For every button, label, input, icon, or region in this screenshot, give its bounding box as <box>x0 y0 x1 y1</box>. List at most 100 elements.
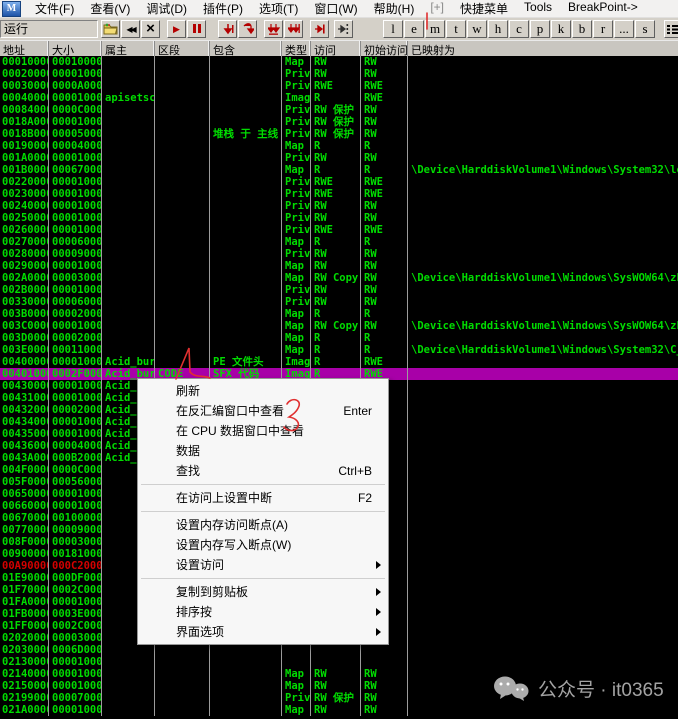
menu-item[interactable]: 窗口(W) <box>306 0 365 17</box>
column-header[interactable]: 包含 <box>210 41 282 56</box>
table-row[interactable]: 000840000000C000PrivRW 保护RW <box>0 104 678 116</box>
table-row[interactable]: 0024000000001000PrivRWRW <box>0 200 678 212</box>
execute-till-return-button[interactable] <box>310 20 329 38</box>
wechat-icon <box>492 675 529 701</box>
window-button-e[interactable]: e <box>404 20 424 38</box>
column-header[interactable]: 地址 <box>0 41 49 56</box>
context-menu-item[interactable]: 在反汇编窗口中查看Enter <box>138 401 388 421</box>
table-row[interactable]: 002A000000003000MapRW CopyRW\Device\Hard… <box>0 272 678 284</box>
window-button-s[interactable]: s <box>635 20 655 38</box>
window-button-t[interactable]: t <box>446 20 466 38</box>
table-row[interactable]: 0022000000001000PrivRWERWE <box>0 176 678 188</box>
trace-over-button[interactable] <box>284 20 303 38</box>
context-menu-item[interactable]: 设置内存访问断点(A) <box>138 515 388 535</box>
context-menu-item[interactable]: 排序按 <box>138 602 388 622</box>
table-row[interactable]: 0033000000006000PrivRWRW <box>0 296 678 308</box>
menu-item[interactable]: BreakPoint-> <box>560 0 646 17</box>
open-file-button[interactable] <box>101 20 120 38</box>
window-button-p[interactable]: p <box>530 20 550 38</box>
cell <box>102 644 155 656</box>
window-button-k[interactable]: k <box>551 20 571 38</box>
window-button-m[interactable]: m <box>425 20 445 38</box>
table-row[interactable]: 021A000000001000MapRWRW <box>0 704 678 716</box>
cell: Imag <box>282 356 311 368</box>
cell: R <box>311 164 361 176</box>
window-button-w[interactable]: w <box>467 20 487 38</box>
column-header[interactable]: 已映射为 <box>408 41 678 56</box>
window-button-r[interactable]: r <box>593 20 613 38</box>
menu-separator <box>141 484 385 485</box>
table-row[interactable]: 0019000000004000MapRR <box>0 140 678 152</box>
column-header[interactable]: 初始访问 <box>361 41 408 56</box>
table-row[interactable]: 0027000000006000MapRR <box>0 236 678 248</box>
context-menu-item[interactable]: 界面选项 <box>138 622 388 642</box>
menu-item[interactable]: Tools <box>516 0 560 17</box>
context-menu-item[interactable]: 数据 <box>138 441 388 461</box>
window-button-h[interactable]: h <box>488 20 508 38</box>
table-row[interactable]: 0028000000009000PrivRWRW <box>0 248 678 260</box>
trace-into-button[interactable] <box>264 20 283 38</box>
table-row[interactable]: 0040000000001000Acid_burPE 文件头ImagRRWE <box>0 356 678 368</box>
context-menu-item[interactable]: 刷新 <box>138 381 388 401</box>
context-menu-item[interactable]: 在访问上设置中断F2 <box>138 488 388 508</box>
window-button-...[interactable]: ... <box>614 20 634 38</box>
menu-item-label: 排序按 <box>176 605 212 619</box>
step-over-button[interactable] <box>238 20 257 38</box>
context-menu-item[interactable]: 复制到剪贴板 <box>138 582 388 602</box>
table-row[interactable]: 003D000000002000MapRR <box>0 332 678 344</box>
cell: 00040000 <box>0 92 49 104</box>
table-row[interactable]: 001A000000001000PrivRWRW <box>0 152 678 164</box>
table-row[interactable]: 0001000000010000MapRWRW <box>0 56 678 68</box>
table-row[interactable]: 0002000000001000PrivRWRW <box>0 68 678 80</box>
cell <box>155 128 210 140</box>
context-menu: 刷新在反汇编窗口中查看Enter在 CPU 数据窗口中查看数据查找Ctrl+B 在… <box>137 378 389 645</box>
menu-item[interactable]: 帮助(H) <box>366 0 423 17</box>
window-button-c[interactable]: c <box>509 20 529 38</box>
menu-item[interactable]: 调试(D) <box>138 0 195 17</box>
menu-item[interactable]: 查看(V) <box>82 0 138 17</box>
table-row[interactable]: 020300000006D000 <box>0 644 678 656</box>
window-button-b[interactable]: b <box>572 20 592 38</box>
menu-item[interactable]: [+] <box>422 0 452 17</box>
column-header[interactable]: 属主 <box>102 41 155 56</box>
menu-item[interactable]: 文件(F) <box>27 0 82 17</box>
till-user-code-button[interactable] <box>334 20 353 38</box>
table-row[interactable]: 002B000000001000PrivRWRW <box>0 284 678 296</box>
table-row[interactable]: 0026000000001000PrivRWERWE <box>0 224 678 236</box>
pause-button[interactable] <box>187 20 206 38</box>
cell: 00670000 <box>0 512 49 524</box>
menu-item[interactable]: 插件(P) <box>195 0 251 17</box>
table-row[interactable]: 0023000000001000PrivRWERWE <box>0 188 678 200</box>
context-menu-item[interactable]: 设置内存写入断点(W) <box>138 535 388 555</box>
menu-item[interactable]: 选项(T) <box>251 0 306 17</box>
menu-item[interactable]: 快捷菜单 <box>452 0 516 17</box>
table-row[interactable]: 001B000000067000MapRR\Device\HarddiskVol… <box>0 164 678 176</box>
column-header[interactable]: 区段 <box>155 41 210 56</box>
mdi-child-window-icon[interactable]: M <box>2 1 21 17</box>
table-row[interactable]: 003B000000002000MapRR <box>0 308 678 320</box>
table-row[interactable]: 0029000000001000MapRWRW <box>0 260 678 272</box>
context-menu-item[interactable]: 在 CPU 数据窗口中查看 <box>138 421 388 441</box>
cell: RWE <box>311 80 361 92</box>
context-menu-item[interactable]: 查找Ctrl+B <box>138 461 388 481</box>
table-row[interactable]: 003E000000011000MapRR\Device\HarddiskVol… <box>0 344 678 356</box>
cell <box>155 152 210 164</box>
restart-button[interactable]: ◀◀ <box>121 20 140 38</box>
table-row[interactable]: 0004000000001000apisetscImagRRWE <box>0 92 678 104</box>
step-into-button[interactable] <box>218 20 237 38</box>
table-row[interactable]: 0213000000001000 <box>0 656 678 668</box>
window-button-l[interactable]: l <box>383 20 403 38</box>
close-process-button[interactable]: × <box>141 20 160 38</box>
cell: RW <box>311 704 361 716</box>
table-row[interactable]: 003C000000001000MapRW CopyRW\Device\Hard… <box>0 320 678 332</box>
column-header[interactable]: 类型 <box>282 41 311 56</box>
table-row[interactable]: 0018B00000005000堆栈 于 主线PrivRW 保护RW <box>0 128 678 140</box>
table-row[interactable]: 000300000000A000PrivRWERWE <box>0 80 678 92</box>
options-appearance-button[interactable] <box>664 20 678 38</box>
table-row[interactable]: 0025000000001000PrivRWRW <box>0 212 678 224</box>
run-button[interactable]: ▶ <box>167 20 186 38</box>
column-header[interactable]: 访问 <box>311 41 361 56</box>
column-header[interactable]: 大小 <box>49 41 102 56</box>
context-menu-item[interactable]: 设置访问 <box>138 555 388 575</box>
table-row[interactable]: 0018A00000001000PrivRW 保护RW <box>0 116 678 128</box>
